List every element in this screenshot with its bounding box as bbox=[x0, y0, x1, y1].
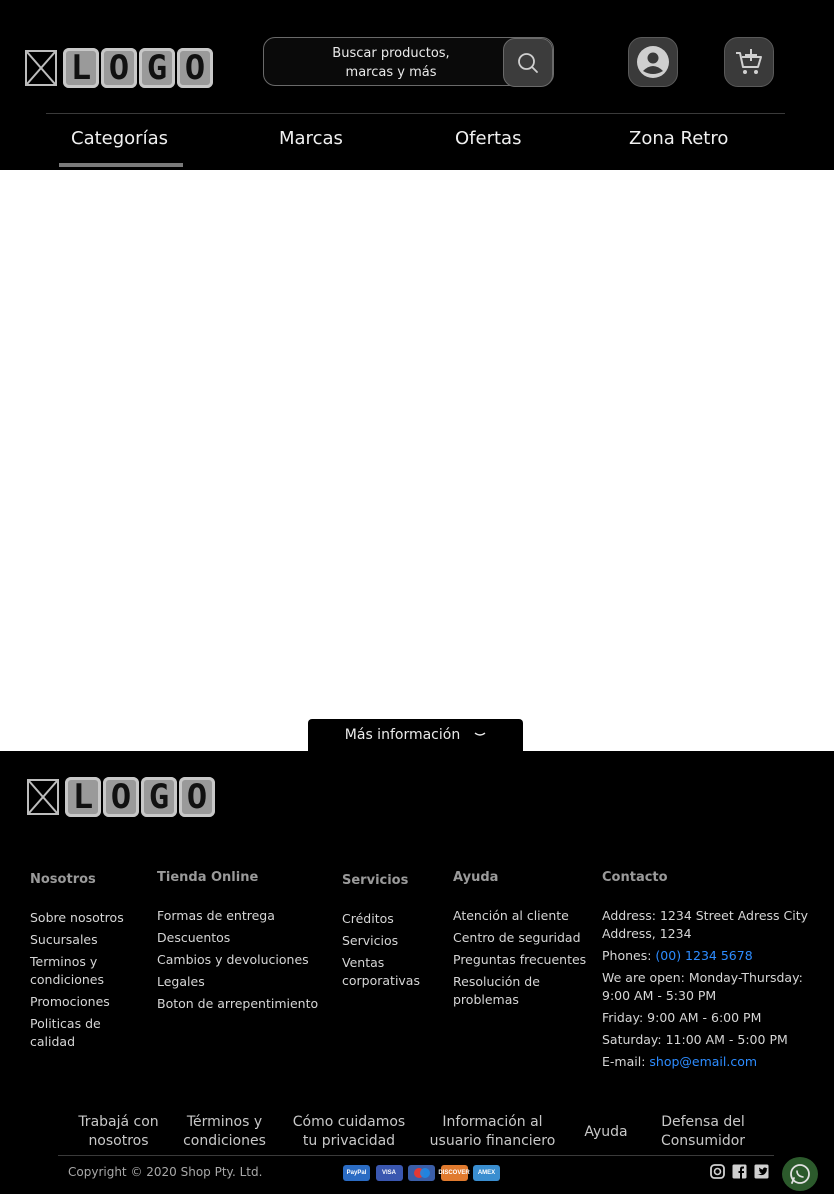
footer-column-ayuda: Ayuda Atención al cliente Centro de segu… bbox=[453, 870, 593, 1013]
footer-column-tienda-online: Tienda Online Formas de entrega Descuent… bbox=[157, 870, 332, 1017]
footer-link[interactable]: Créditos bbox=[342, 910, 437, 928]
search-icon bbox=[518, 52, 538, 73]
logo[interactable]: L O G O bbox=[25, 48, 215, 88]
user-icon bbox=[637, 46, 669, 78]
footer-link[interactable]: Formas de entrega bbox=[157, 907, 332, 925]
footer-link[interactable]: Centro de seguridad bbox=[453, 929, 593, 947]
contact-hours-weekdays: We are open: Monday-Thursday: 9:00 AM - … bbox=[602, 970, 803, 1003]
amex-icon: AMEX bbox=[473, 1165, 500, 1181]
column-title: Tienda Online bbox=[157, 870, 259, 885]
column-title: Nosotros bbox=[30, 872, 96, 887]
logo-letter: O bbox=[101, 48, 137, 88]
copyright: Copyright © 2020 Shop Pty. Ltd. bbox=[68, 1165, 263, 1179]
contact-hours-saturday: Saturday: 11:00 AM - 5:00 PM bbox=[602, 1032, 788, 1047]
header-divider bbox=[46, 113, 785, 114]
footer-link[interactable]: Resolución de problemas bbox=[453, 973, 593, 1009]
contact-phones: Phones: (00) 1234 5678 bbox=[602, 947, 822, 965]
footer-column-servicios: Servicios Créditos Servicios Ventas corp… bbox=[342, 873, 437, 994]
contact-email: E-mail: shop@email.com bbox=[602, 1053, 822, 1071]
phones-label: Phones: bbox=[602, 948, 656, 963]
logo-mark-icon bbox=[27, 779, 59, 815]
logo-letter: O bbox=[103, 777, 139, 817]
footer-link[interactable]: Atención al cliente bbox=[453, 907, 593, 925]
nav-item-categorias[interactable]: Categorías bbox=[71, 128, 168, 149]
column-title: Ayuda bbox=[453, 870, 499, 885]
bottom-link-privacidad[interactable]: Cómo cuidamos tu privacidad bbox=[285, 1113, 413, 1151]
nav-item-ofertas[interactable]: Ofertas bbox=[455, 128, 521, 149]
footer-divider bbox=[58, 1155, 774, 1156]
email-label: E-mail: bbox=[602, 1054, 650, 1069]
bottom-link-terminos[interactable]: Términos y condiciones bbox=[178, 1113, 271, 1151]
logo-letter: G bbox=[139, 48, 175, 88]
site-footer: L O G O Nosotros Sobre nosotros Sucursal… bbox=[0, 751, 834, 1194]
footer-logo[interactable]: L O G O bbox=[27, 777, 217, 817]
logo-letter: G bbox=[141, 777, 177, 817]
email-link[interactable]: shop@email.com bbox=[649, 1054, 757, 1069]
site-header: L O G O Buscar productos, marcas y más C… bbox=[0, 0, 834, 170]
logo-mark-icon bbox=[25, 50, 57, 86]
footer-column-contacto: Contacto Address: 1234 Street Adress Cit… bbox=[602, 870, 822, 1075]
cart-add-icon bbox=[736, 49, 762, 74]
twitter-icon[interactable] bbox=[754, 1164, 769, 1179]
more-info-button[interactable]: Más información bbox=[308, 719, 523, 751]
logo-letter: O bbox=[177, 48, 213, 88]
logo-letter: L bbox=[65, 777, 101, 817]
payment-methods: PayPal VISA DISCOVER AMEX bbox=[343, 1165, 506, 1181]
account-button[interactable] bbox=[628, 37, 678, 87]
bottom-link-usuario-financiero[interactable]: Información al usuario financiero bbox=[426, 1113, 559, 1151]
nav-item-zona-retro[interactable]: Zona Retro bbox=[629, 128, 728, 149]
search-button[interactable] bbox=[503, 38, 553, 87]
more-info-label: Más información bbox=[344, 727, 461, 743]
contact-address: Address: 1234 Street Adress City Address… bbox=[602, 908, 809, 941]
social-links bbox=[710, 1164, 776, 1179]
footer-link[interactable]: Preguntas frecuentes bbox=[453, 951, 593, 969]
footer-link[interactable]: Descuentos bbox=[157, 929, 332, 947]
logo-letter: O bbox=[179, 777, 215, 817]
contact-hours-friday: Friday: 9:00 AM - 6:00 PM bbox=[602, 1010, 762, 1025]
discover-icon: DISCOVER bbox=[438, 1165, 470, 1181]
maestro-icon bbox=[408, 1165, 435, 1181]
footer-link[interactable]: Terminos y condiciones bbox=[30, 953, 145, 989]
visa-icon: VISA bbox=[375, 1165, 403, 1181]
footer-column-nosotros: Nosotros Sobre nosotros Sucursales Termi… bbox=[30, 872, 145, 1055]
footer-link[interactable]: Legales bbox=[157, 973, 332, 991]
nav-active-indicator bbox=[59, 163, 183, 167]
column-title: Contacto bbox=[602, 870, 668, 885]
bottom-link-ayuda[interactable]: Ayuda bbox=[578, 1123, 634, 1142]
footer-link[interactable]: Servicios bbox=[342, 932, 437, 950]
paypal-icon: PayPal bbox=[343, 1165, 370, 1181]
chat-button[interactable] bbox=[782, 1157, 818, 1191]
facebook-icon[interactable] bbox=[732, 1164, 747, 1179]
column-title: Servicios bbox=[342, 873, 409, 888]
footer-link[interactable]: Promociones bbox=[30, 993, 145, 1011]
logo-wordmark: L O G O bbox=[63, 48, 215, 88]
search-input[interactable]: Buscar productos, marcas y más bbox=[264, 38, 520, 87]
nav-item-marcas[interactable]: Marcas bbox=[279, 128, 343, 149]
logo-wordmark: L O G O bbox=[65, 777, 217, 817]
footer-link[interactable]: Cambios y devoluciones bbox=[157, 951, 332, 969]
phone-link[interactable]: (00) 1234 5678 bbox=[655, 948, 752, 963]
bottom-link-defensa[interactable]: Defensa del Consumidor bbox=[654, 1113, 752, 1151]
footer-link[interactable]: Boton de arrepentimiento bbox=[157, 995, 332, 1013]
instagram-icon[interactable] bbox=[710, 1164, 725, 1179]
footer-link[interactable]: Ventas corporativas bbox=[342, 954, 437, 990]
cart-button[interactable] bbox=[724, 37, 774, 87]
bottom-link-trabaja[interactable]: Trabajá con nosotros bbox=[70, 1113, 167, 1151]
whatsapp-icon bbox=[790, 1164, 810, 1184]
chevron-down-icon bbox=[474, 728, 486, 742]
footer-link[interactable]: Politicas de calidad bbox=[30, 1015, 145, 1051]
logo-letter: L bbox=[63, 48, 99, 88]
search-bar[interactable]: Buscar productos, marcas y más bbox=[263, 37, 554, 87]
footer-link[interactable]: Sucursales bbox=[30, 931, 145, 949]
footer-link[interactable]: Sobre nosotros bbox=[30, 909, 145, 927]
